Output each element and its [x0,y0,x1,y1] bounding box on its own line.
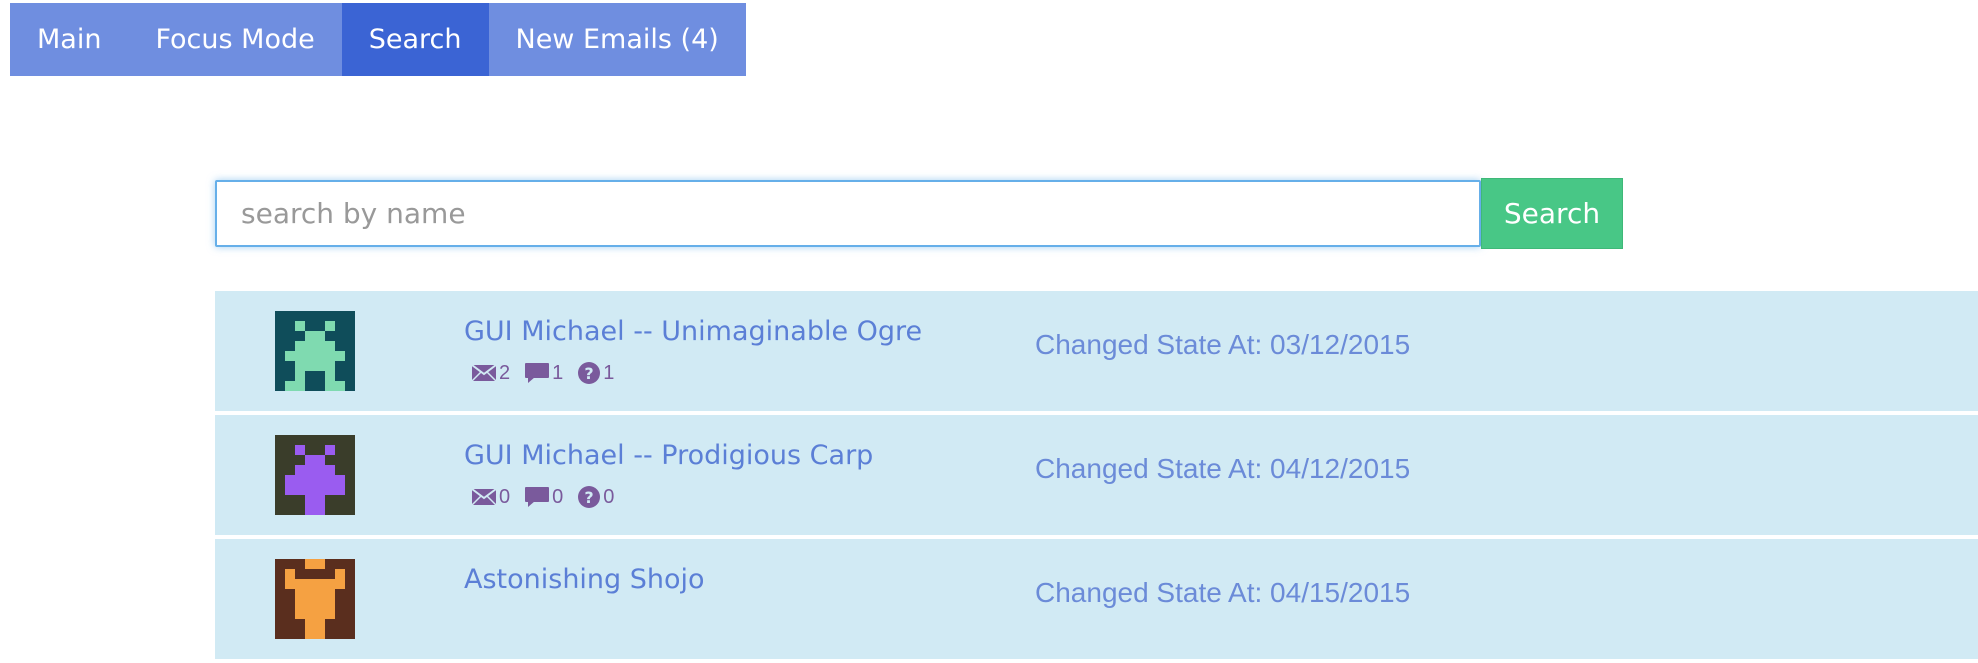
comment-icon [525,363,550,383]
tab-search[interactable]: Search [341,3,489,76]
result-name-link[interactable]: GUI Michael -- Unimaginable Ogre [464,316,922,347]
tab-focus-mode[interactable]: Focus Mode [128,3,342,76]
list-item: GUI Michael -- Unimaginable Ogre 2 1 ? 1… [215,291,1978,411]
email-count: 0 [499,485,511,508]
envelope-icon [471,364,497,382]
question-count: 1 [603,361,615,384]
svg-text:?: ? [585,488,594,507]
envelope-icon [471,488,497,506]
result-name-link[interactable]: GUI Michael -- Prodigious Carp [464,440,873,471]
activity-counts: 0 0 ? 0 [471,485,628,509]
comment-count: 0 [552,485,564,508]
changed-state-date: Changed State At: 04/12/2015 [1035,453,1411,484]
top-nav: Main Focus Mode Search New Emails (4) [10,3,746,76]
search-button[interactable]: Search [1481,178,1623,249]
comment-icon [525,487,550,507]
alien-avatar-orange-icon [275,559,355,639]
changed-state-date: Changed State At: 03/12/2015 [1035,329,1411,360]
svg-text:?: ? [585,364,594,383]
tab-new-emails[interactable]: New Emails (4) [488,3,746,76]
changed-state-date: Changed State At: 04/15/2015 [1035,577,1411,608]
results-list: GUI Michael -- Unimaginable Ogre 2 1 ? 1… [215,291,1978,663]
alien-avatar-purple-icon [275,435,355,515]
question-count: 0 [603,485,615,508]
list-item: Astonishing Shojo Changed State At: 04/1… [215,539,1978,659]
result-name-link[interactable]: Astonishing Shojo [464,564,705,595]
alien-avatar-teal-icon [275,311,355,391]
question-circle-icon: ? [578,362,601,384]
comment-count: 1 [552,361,564,384]
list-item: GUI Michael -- Prodigious Carp 0 0 ? 0 C… [215,415,1978,535]
question-circle-icon: ? [578,486,601,508]
activity-counts: 2 1 ? 1 [471,361,628,385]
tab-main[interactable]: Main [10,3,129,76]
search-bar: Search [215,178,1623,249]
email-count: 2 [499,361,511,384]
search-input[interactable] [215,180,1481,247]
